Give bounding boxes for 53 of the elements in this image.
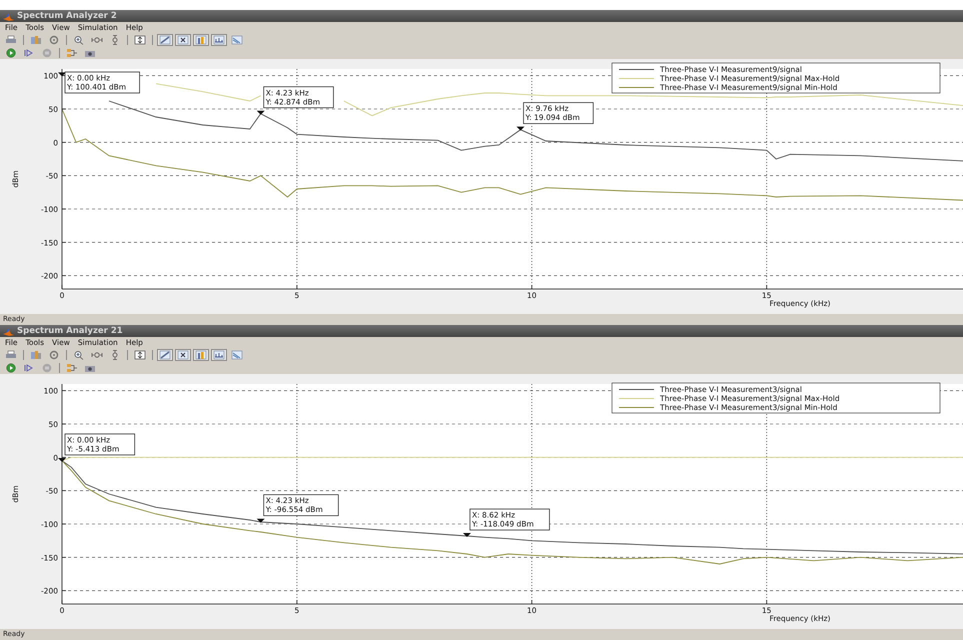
x-box-icon bbox=[177, 350, 189, 360]
fit-button[interactable] bbox=[132, 34, 148, 46]
bar-chart-button[interactable] bbox=[193, 348, 209, 360]
library-icon bbox=[30, 350, 42, 360]
logo-icon bbox=[3, 12, 14, 20]
signal-select-icon bbox=[66, 48, 78, 58]
spectrogram-button[interactable] bbox=[229, 34, 245, 46]
fit-button[interactable] bbox=[132, 348, 148, 360]
x-box-icon bbox=[177, 34, 189, 44]
print-button[interactable] bbox=[3, 34, 19, 46]
logo-icon bbox=[3, 326, 14, 336]
play-icon bbox=[5, 48, 17, 58]
window-title: Spectrum Analyzer 21 bbox=[17, 325, 123, 337]
settings-icon bbox=[48, 34, 60, 44]
x-box-button[interactable] bbox=[175, 34, 191, 46]
datatip-marker bbox=[516, 126, 525, 131]
zoom-in-icon bbox=[73, 350, 85, 360]
print-icon bbox=[5, 34, 17, 44]
print-icon bbox=[5, 350, 17, 360]
window-title: Spectrum Analyzer 2 bbox=[17, 10, 117, 22]
pen-icon bbox=[159, 350, 171, 360]
zoom-in-icon bbox=[73, 34, 85, 44]
step-forward-icon bbox=[23, 48, 35, 58]
signal-select-button[interactable] bbox=[64, 362, 80, 374]
zoom-x-icon bbox=[91, 350, 103, 360]
signal-select-button[interactable] bbox=[64, 46, 80, 58]
datatip-marker bbox=[256, 518, 265, 523]
line-chart-button[interactable] bbox=[211, 34, 227, 46]
line-chart-button[interactable] bbox=[211, 348, 227, 360]
datatip-marker bbox=[462, 533, 471, 538]
bar-chart-icon bbox=[195, 350, 207, 360]
fit-icon bbox=[134, 34, 146, 44]
library-icon bbox=[30, 34, 42, 44]
bar-chart-icon bbox=[195, 34, 207, 44]
bar-chart-button[interactable] bbox=[193, 34, 209, 46]
pen-button[interactable] bbox=[157, 348, 173, 360]
line-chart-icon bbox=[213, 34, 225, 44]
datatip-marker bbox=[58, 458, 66, 462]
x-box-button[interactable] bbox=[175, 348, 191, 360]
pen-button[interactable] bbox=[157, 34, 173, 46]
spectrogram-icon bbox=[231, 350, 243, 360]
line-chart-icon bbox=[213, 350, 225, 360]
datatip-marker bbox=[256, 110, 265, 115]
spectrogram-button[interactable] bbox=[229, 348, 245, 360]
play-icon bbox=[5, 362, 17, 372]
print-button[interactable] bbox=[3, 348, 19, 360]
settings-icon bbox=[48, 350, 60, 360]
fit-icon bbox=[134, 350, 146, 360]
spectrogram-icon bbox=[231, 34, 243, 44]
signal-select-icon bbox=[66, 362, 78, 372]
pen-icon bbox=[159, 34, 171, 44]
step-forward-icon bbox=[23, 362, 35, 372]
zoom-x-icon bbox=[91, 34, 103, 44]
